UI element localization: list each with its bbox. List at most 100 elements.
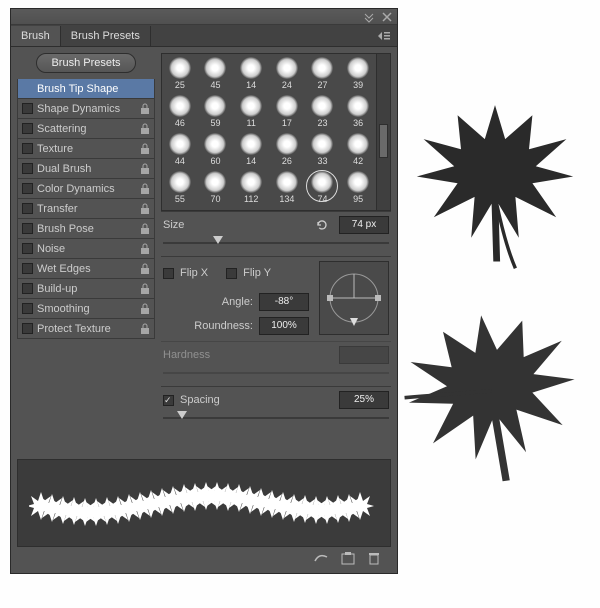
reset-size-icon[interactable] <box>315 218 329 232</box>
lock-icon[interactable] <box>140 303 150 315</box>
checkbox[interactable] <box>22 163 33 174</box>
leaf-silhouette <box>398 300 588 500</box>
roundness-value[interactable]: 100% <box>259 317 309 335</box>
option-protect-texture[interactable]: Protect Texture <box>17 319 155 339</box>
brush-thumb[interactable]: 55 <box>162 168 198 206</box>
checkbox[interactable] <box>22 323 33 334</box>
lock-icon[interactable] <box>140 203 150 215</box>
trash-icon[interactable] <box>367 551 381 565</box>
spacing-checkbox[interactable] <box>163 395 174 406</box>
option-label: Scattering <box>37 123 136 135</box>
collapse-icon[interactable] <box>363 11 375 23</box>
option-label: Wet Edges <box>37 263 136 275</box>
option-brush-pose[interactable]: Brush Pose <box>17 219 155 239</box>
brush-thumb[interactable]: 42 <box>340 130 376 168</box>
brush-thumb[interactable]: 112 <box>233 168 269 206</box>
brush-thumb[interactable]: 11 <box>233 92 269 130</box>
brush-thumb[interactable]: 39 <box>340 54 376 92</box>
close-icon[interactable] <box>381 11 393 23</box>
flip-x-checkbox[interactable] <box>163 268 174 279</box>
option-brush-tip-shape[interactable]: Brush Tip Shape <box>17 79 155 99</box>
brush-thumb[interactable]: 26 <box>269 130 305 168</box>
checkbox[interactable] <box>22 203 33 214</box>
spacing-value[interactable]: 25% <box>339 391 389 409</box>
lock-icon[interactable] <box>140 283 150 295</box>
lock-icon[interactable] <box>140 103 150 115</box>
brush-thumb[interactable]: 27 <box>305 54 341 92</box>
panel-footer <box>17 547 391 569</box>
option-color-dynamics[interactable]: Color Dynamics <box>17 179 155 199</box>
brush-thumb[interactable]: 95 <box>340 168 376 206</box>
lock-icon[interactable] <box>140 143 150 155</box>
angle-dial[interactable] <box>319 261 389 335</box>
brush-thumb[interactable]: 70 <box>198 168 234 206</box>
brush-thumb[interactable]: 45 <box>198 54 234 92</box>
spacing-label: Spacing <box>180 394 220 406</box>
brush-thumb[interactable]: 33 <box>305 130 341 168</box>
lock-icon[interactable] <box>140 163 150 175</box>
checkbox[interactable] <box>22 123 33 134</box>
tab-brush-presets[interactable]: Brush Presets <box>61 26 151 46</box>
checkbox[interactable] <box>22 183 33 194</box>
brush-thumb[interactable]: 36 <box>340 92 376 130</box>
option-label: Brush Tip Shape <box>37 83 150 95</box>
spacing-slider[interactable] <box>163 411 389 425</box>
checkbox[interactable] <box>22 283 33 294</box>
brush-thumb[interactable]: 60 <box>198 130 234 168</box>
brush-thumb[interactable]: 17 <box>269 92 305 130</box>
new-preset-icon[interactable] <box>341 551 355 565</box>
option-scattering[interactable]: Scattering <box>17 119 155 139</box>
brush-thumb[interactable]: 23 <box>305 92 341 130</box>
panel-menu-icon[interactable] <box>377 30 391 42</box>
brush-thumb[interactable]: 74 <box>305 168 341 206</box>
option-texture[interactable]: Texture <box>17 139 155 159</box>
option-dual-brush[interactable]: Dual Brush <box>17 159 155 179</box>
angle-value[interactable]: -88° <box>259 293 309 311</box>
hardness-value <box>339 346 389 364</box>
checkbox[interactable] <box>22 263 33 274</box>
size-slider[interactable] <box>163 236 389 250</box>
checkbox[interactable] <box>22 303 33 314</box>
option-transfer[interactable]: Transfer <box>17 199 155 219</box>
lock-icon[interactable] <box>140 223 150 235</box>
brush-thumb[interactable]: 14 <box>233 54 269 92</box>
option-label: Shape Dynamics <box>37 103 136 115</box>
option-shape-dynamics[interactable]: Shape Dynamics <box>17 99 155 119</box>
brush-thumb[interactable]: 46 <box>162 92 198 130</box>
checkbox[interactable] <box>22 143 33 154</box>
brush-thumb[interactable]: 44 <box>162 130 198 168</box>
lock-icon[interactable] <box>140 183 150 195</box>
brush-thumb[interactable]: 134 <box>269 168 305 206</box>
brush-thumb[interactable]: 14 <box>233 130 269 168</box>
lock-icon[interactable] <box>140 123 150 135</box>
hardness-slider <box>163 366 389 380</box>
checkbox[interactable] <box>22 103 33 114</box>
flip-y-checkbox[interactable] <box>226 268 237 279</box>
lock-icon[interactable] <box>140 243 150 255</box>
brush-thumb[interactable]: 25 <box>162 54 198 92</box>
option-noise[interactable]: Noise <box>17 239 155 259</box>
checkbox[interactable] <box>22 243 33 254</box>
option-label: Build-up <box>37 283 136 295</box>
brush-presets-button[interactable]: Brush Presets <box>36 53 135 73</box>
checkbox[interactable] <box>22 223 33 234</box>
option-smoothing[interactable]: Smoothing <box>17 299 155 319</box>
lock-icon[interactable] <box>140 323 150 335</box>
thumbs-scrollbar[interactable] <box>376 54 390 210</box>
brush-thumb[interactable]: 24 <box>269 54 305 92</box>
option-build-up[interactable]: Build-up <box>17 279 155 299</box>
roundness-label: Roundness: <box>194 320 253 332</box>
toggle-preview-icon[interactable] <box>313 551 329 565</box>
size-value[interactable]: 74 px <box>339 216 389 234</box>
option-wet-edges[interactable]: Wet Edges <box>17 259 155 279</box>
tab-brush[interactable]: Brush <box>11 26 61 46</box>
brush-thumb[interactable]: 59 <box>198 92 234 130</box>
option-label: Texture <box>37 143 136 155</box>
scroll-thumb[interactable] <box>379 124 388 158</box>
panel-tabs: Brush Brush Presets <box>11 25 397 47</box>
lock-icon[interactable] <box>140 263 150 275</box>
flip-x-label: Flip X <box>180 267 208 279</box>
option-label: Transfer <box>37 203 136 215</box>
angle-label: Angle: <box>222 296 253 308</box>
option-label: Brush Pose <box>37 223 136 235</box>
